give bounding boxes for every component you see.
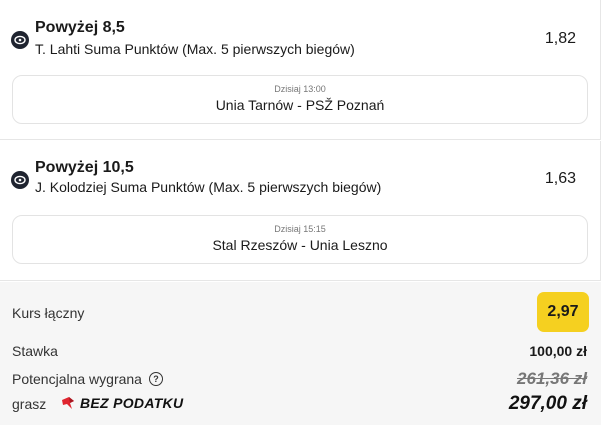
stake-label: Stawka <box>12 343 58 359</box>
potential-win-old-value: 261,36 zł <box>517 369 587 388</box>
market-title: Powyżej 8,5 <box>35 19 125 36</box>
odds-value: 1,82 <box>544 30 576 47</box>
total-odds-badge: 2,97 <box>537 292 589 332</box>
event-card[interactable]: Dzisiaj 15:15 Stal Rzeszów - Unia Leszno <box>12 215 588 264</box>
market-title: Powyżej 10,5 <box>35 159 134 176</box>
event-name: Unia Tarnów - PSŽ Poznań <box>215 97 385 113</box>
potential-win-value: 297,00 zł <box>508 393 587 414</box>
total-odds-label: Kurs łączny <box>12 305 85 321</box>
help-icon[interactable]: ? <box>149 372 163 386</box>
bet-item: Powyżej 10,5 J. Kolodziej Suma Punktów (… <box>0 141 601 281</box>
speedway-icon <box>11 31 29 49</box>
bet-summary: Kurs łączny 2,97 Stawka 100,00 zł Potenc… <box>0 282 601 425</box>
brand-text: BEZ PODATKU <box>80 395 184 411</box>
event-name: Stal Rzeszów - Unia Leszno <box>212 237 388 253</box>
potential-win-label: Potencjalna wygrana <box>12 371 142 387</box>
event-time: Dzisiaj 13:00 <box>274 84 326 94</box>
bet-item: Powyżej 8,5 T. Lahti Suma Punktów (Max. … <box>0 0 601 140</box>
selection-label: T. Lahti Suma Punktów (Max. 5 pierwszych… <box>35 41 355 57</box>
grasz-label: grasz <box>12 396 47 412</box>
odds-value: 1,63 <box>544 170 576 187</box>
speedway-icon <box>11 171 29 189</box>
bez-podatku-badge: BEZ PODATKU <box>60 395 183 411</box>
stake-value: 100,00 zł <box>529 343 587 359</box>
event-time: Dzisiaj 15:15 <box>274 224 326 234</box>
selection-label: J. Kolodziej Suma Punktów (Max. 5 pierws… <box>35 179 382 195</box>
event-card[interactable]: Dzisiaj 13:00 Unia Tarnów - PSŽ Poznań <box>12 75 588 124</box>
brand-icon <box>62 397 74 409</box>
